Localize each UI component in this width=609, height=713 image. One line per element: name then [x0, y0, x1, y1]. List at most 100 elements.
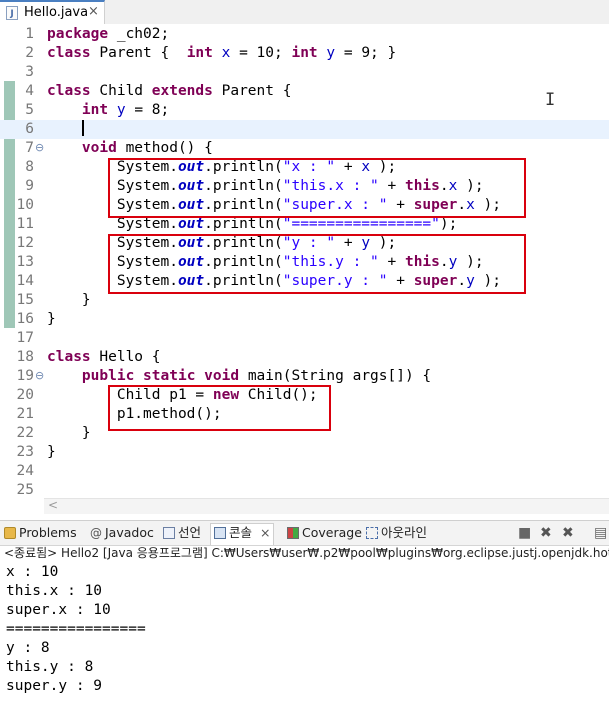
code-token: }	[47, 425, 91, 441]
console-output[interactable]: x : 10 this.x : 10 super.x : 10 ===========…	[0, 563, 609, 713]
java-file-icon: J	[6, 6, 18, 20]
text-caret	[81, 120, 84, 136]
code-token: main(String	[239, 368, 353, 384]
javadoc-icon: @	[90, 526, 102, 540]
code-text: }	[47, 424, 91, 443]
code-token: Parent {	[212, 83, 292, 99]
fold-collapse-icon[interactable]: ⊖	[35, 370, 44, 382]
code-line[interactable]: 17	[0, 329, 609, 348]
tab-outline[interactable]: 아웃라인	[366, 524, 427, 542]
code-line[interactable]: 3	[0, 63, 609, 82]
remove-launch-icon[interactable]: ✖	[540, 524, 552, 542]
line-number: 13	[16, 254, 34, 270]
code-token: void	[81, 140, 117, 156]
code-token: int	[291, 45, 318, 61]
line-number: 14	[16, 273, 34, 289]
declaration-icon	[163, 527, 175, 539]
code-text: }	[47, 443, 56, 462]
code-line[interactable]: 23}	[0, 443, 609, 462]
code-line[interactable]: 24	[0, 462, 609, 481]
code-text: class Hello {	[47, 348, 161, 367]
code-line[interactable]: 1 package _ch02;	[0, 25, 609, 44]
code-line[interactable]: 16}	[0, 310, 609, 329]
line-number: 20	[16, 387, 34, 403]
code-token: Parent {	[90, 45, 187, 61]
code-token: class	[47, 83, 91, 99]
code-token: []) {	[387, 368, 432, 384]
code-text: class Child extends Parent {	[47, 82, 291, 101]
line-number: 2	[25, 45, 34, 61]
editor-tab-bar: J Hello.java ×	[0, 0, 609, 25]
code-line[interactable]: 7 ⊖ void method() {	[0, 139, 609, 158]
line-number: 6	[25, 121, 34, 137]
code-text: class Parent { int x = 10; int y = 9; }	[47, 44, 396, 63]
code-text: void method() {	[47, 139, 213, 158]
editor-tab-hello-java[interactable]: J Hello.java ×	[0, 0, 105, 24]
fold-collapse-icon[interactable]: ⊖	[35, 142, 44, 154]
code-token: class	[47, 45, 91, 61]
code-text: package _ch02;	[47, 25, 169, 44]
console-menu-icon[interactable]: ▤	[594, 524, 607, 542]
line-number: 9	[25, 178, 34, 194]
close-icon[interactable]: ×	[260, 525, 270, 540]
tab-console[interactable]: 콘솔 ×	[210, 523, 275, 545]
code-token: package	[47, 26, 109, 42]
close-icon[interactable]: ×	[88, 4, 99, 19]
code-line[interactable]: 2 class Parent { int x = 10; int y = 9; }	[0, 44, 609, 63]
code-line[interactable]: 4 class Child extends Parent {	[0, 82, 609, 101]
code-token: y	[326, 45, 336, 61]
line-number: 18	[16, 349, 34, 365]
terminate-icon[interactable]: ■	[518, 524, 531, 542]
code-editor[interactable]: 1 package _ch02; 2 class Parent { int x = 1…	[0, 24, 609, 514]
code-token: static	[143, 368, 196, 384]
code-text: int y = 8;	[47, 101, 169, 120]
scroll-left-icon[interactable]: <	[48, 498, 58, 512]
code-token: = 9; }	[335, 45, 397, 61]
line-number: 12	[16, 235, 34, 251]
line-number: 5	[25, 102, 34, 118]
code-text: public static void main(String args[]) {	[47, 367, 431, 386]
code-line[interactable]: 5 int y = 8;	[0, 101, 609, 120]
tab-problems[interactable]: Problems	[4, 524, 77, 542]
line-number: 23	[16, 444, 34, 460]
line-number: 4	[25, 83, 34, 99]
editor-tab-label: Hello.java	[24, 5, 89, 20]
code-token: method() {	[116, 140, 213, 156]
code-token: .println(	[204, 216, 283, 232]
highlight-box-main-body	[108, 385, 331, 431]
line-number: 7	[25, 140, 34, 156]
line-number: 19	[16, 368, 34, 384]
line-number: 1	[25, 26, 34, 42]
code-text: }	[47, 310, 56, 329]
tab-coverage[interactable]: Coverage	[287, 524, 362, 542]
code-token: int	[81, 102, 109, 118]
code-token: System.	[47, 216, 178, 232]
coverage-icon	[287, 527, 299, 539]
horizontal-scrollbar[interactable]: <	[44, 498, 609, 514]
code-line[interactable]: 6	[0, 120, 609, 139]
code-line[interactable]: 18 class Hello {	[0, 348, 609, 367]
console-icon	[214, 527, 226, 539]
code-token: _ch02;	[108, 26, 170, 42]
remove-all-terminated-icon[interactable]: ✖	[562, 524, 574, 542]
code-line[interactable]: 19 ⊖ public static void main(String args[…	[0, 367, 609, 386]
text-cursor-icon: I	[545, 90, 556, 110]
tab-javadoc[interactable]: @ Javadoc	[90, 524, 154, 542]
code-token: }	[47, 311, 56, 327]
tab-declaration[interactable]: 선언	[163, 524, 201, 542]
code-token: }	[47, 292, 91, 308]
code-token: class	[47, 349, 91, 365]
code-token: = 10;	[230, 45, 292, 61]
view-tab-bar: Problems @ Javadoc 선언 콘솔 × Coverage 아웃라인 …	[0, 520, 609, 546]
code-token: }	[47, 444, 56, 460]
code-token: Hello {	[90, 349, 161, 365]
line-number: 24	[16, 463, 34, 479]
code-token: y	[116, 102, 126, 118]
code-token: extends	[151, 83, 213, 99]
code-token: out	[177, 216, 205, 232]
